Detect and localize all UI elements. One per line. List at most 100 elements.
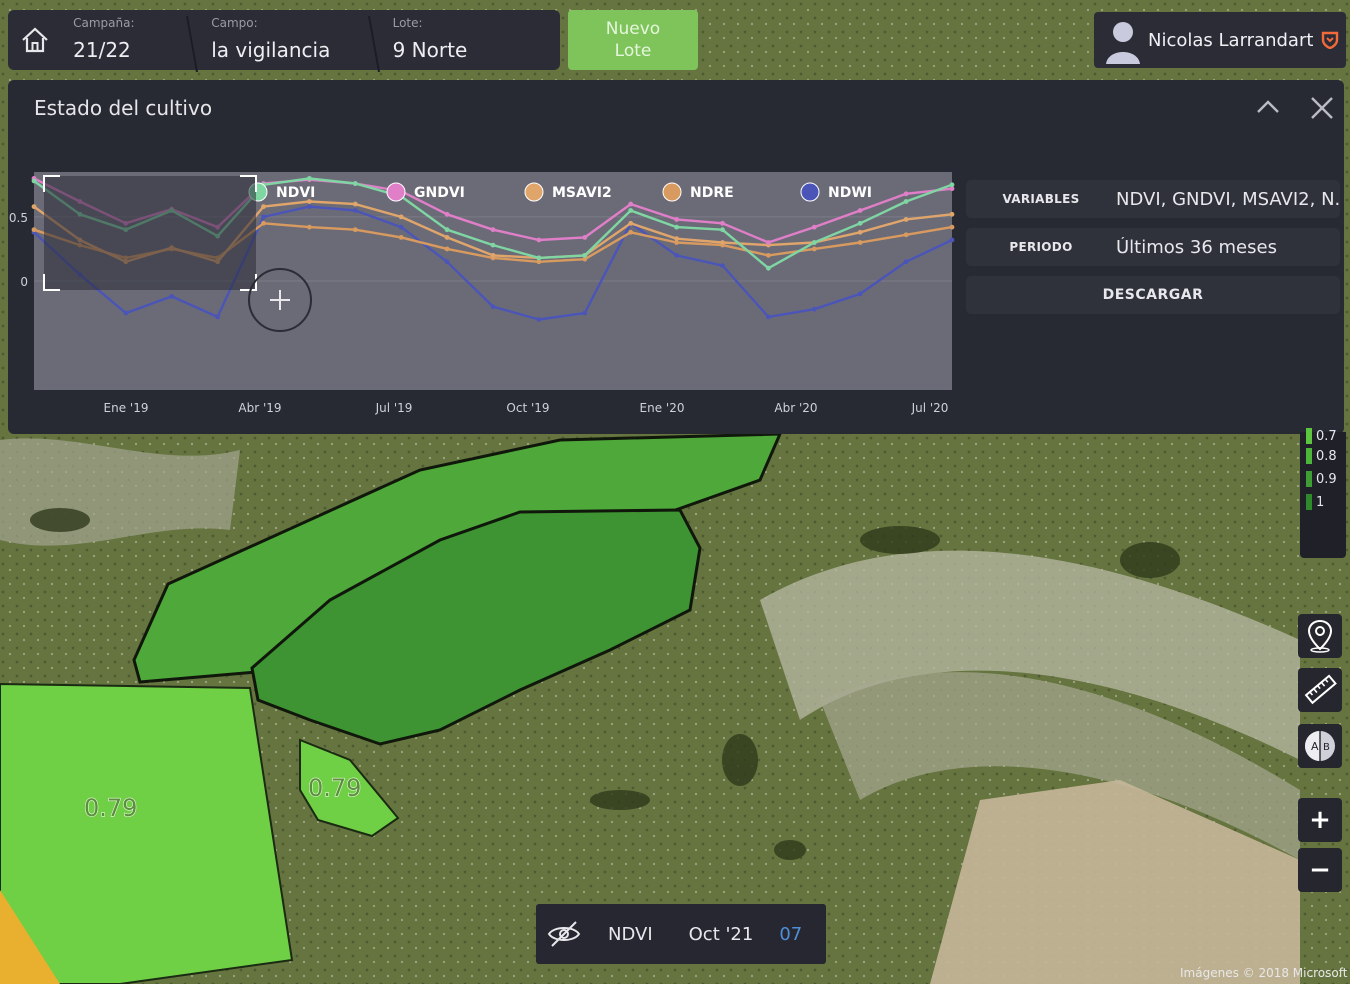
compare-button[interactable]: A B	[1298, 724, 1342, 768]
data-point-msavi2	[398, 214, 404, 220]
data-point-gndvi	[811, 224, 817, 230]
compare-ab-icon: A B	[1305, 731, 1335, 761]
data-point-ndwi	[857, 291, 863, 297]
day-selector[interactable]: 07	[779, 924, 802, 945]
data-point-ndre	[766, 252, 771, 258]
location-selector-bar: Campaña: 21/22 Campo: la vigilancia Lote…	[8, 10, 560, 72]
legend-row: 0.7	[1306, 428, 1337, 444]
map-attribution: Imágenes © 2018 Microsoft	[1180, 966, 1348, 980]
download-label: DESCARGAR	[1102, 287, 1204, 303]
close-icon[interactable]	[1308, 94, 1336, 122]
color-scale-legend: 0.7 0.8 0.9 1	[1300, 428, 1346, 558]
legend-swatch	[1306, 471, 1312, 487]
data-point-ndwi	[307, 204, 312, 210]
measure-button[interactable]	[1298, 668, 1342, 712]
data-point-msavi2	[720, 240, 725, 245]
legend-row: 1	[1306, 494, 1324, 510]
data-point-ndwi	[123, 310, 129, 316]
data-point-ndwi	[949, 237, 955, 243]
data-point-ndvi	[766, 265, 771, 271]
data-point-ndwi	[490, 304, 496, 310]
x-tick-label: Ene '20	[640, 401, 685, 415]
plot-value: 9 Norte	[392, 38, 468, 62]
period-selector[interactable]: PERIODO Últimos 36 meses	[966, 228, 1340, 266]
data-point-ndvi	[352, 181, 358, 186]
x-tick-label: Abr '19	[238, 401, 281, 415]
user-avatar-icon	[1102, 16, 1144, 64]
data-point-ndwi	[215, 314, 221, 320]
data-point-gndvi	[444, 211, 450, 217]
data-point-ndvi	[949, 182, 955, 188]
shield-badge-icon	[1322, 31, 1339, 49]
data-point-ndre	[628, 229, 634, 235]
zoom-selection	[44, 176, 256, 290]
field-value-label: 0.79	[84, 794, 137, 822]
zoom-out-icon: −	[1309, 855, 1331, 885]
chevron-up-icon[interactable]	[1254, 94, 1282, 122]
eye-hidden-icon	[547, 921, 581, 947]
x-tick-label: Abr '20	[774, 401, 817, 415]
legend-marker	[662, 182, 682, 202]
data-point-msavi2	[949, 211, 955, 217]
legend-swatch	[1306, 428, 1312, 444]
data-point-ndwi	[536, 317, 542, 322]
data-point-ndwi	[169, 293, 175, 299]
plot-selector[interactable]: Lote: 9 Norte	[381, 10, 560, 70]
data-point-ndvi	[582, 252, 588, 258]
plot-caption: Lote:	[392, 16, 423, 30]
period-label: PERIODO	[1009, 240, 1073, 254]
ruler-icon	[1304, 674, 1337, 705]
data-point-gndvi	[766, 240, 771, 245]
data-point-msavi2	[857, 229, 863, 235]
legend-label: 0.8	[1316, 448, 1337, 464]
campaign-selector[interactable]: Campaña: 21/22	[61, 10, 199, 72]
panel-title: Estado del cultivo	[34, 96, 213, 120]
data-point-gndvi	[628, 201, 634, 207]
data-point-ndwi	[582, 310, 588, 316]
index-time-series-chart[interactable]: 0.5 0 Ene '19 Abr '19 Jul '19 Oct '19 Ene '20 A…	[8, 168, 960, 418]
data-point-gndvi	[536, 237, 542, 243]
legend-marker	[524, 182, 544, 202]
data-point-ndvi	[490, 242, 496, 248]
campaign-value: 21/22	[73, 38, 131, 62]
crop-status-panel: Estado del cultivo 0.5 0 Ene '19 Abr '19 Jul…	[8, 80, 1344, 434]
data-point-ndwi	[903, 259, 909, 265]
data-point-ndre	[398, 235, 404, 240]
data-point-ndre	[949, 224, 955, 230]
data-point-ndvi	[536, 255, 542, 261]
data-point-ndvi	[31, 178, 37, 184]
field-value-label: 0.79	[308, 774, 361, 802]
data-point-ndwi	[261, 214, 266, 220]
y-tick-label: 0	[20, 275, 28, 289]
field-value: la vigilancia	[211, 38, 331, 62]
home-button[interactable]	[8, 10, 61, 70]
location-pin-button[interactable]	[1298, 614, 1342, 658]
variables-selector[interactable]: VARIABLES NDVI, GNDVI, MSAVI2, N...	[966, 180, 1340, 218]
download-button[interactable]: DESCARGAR	[966, 276, 1340, 314]
y-tick-label: 0.5	[9, 211, 28, 225]
legend-label: 1	[1316, 494, 1325, 510]
variables-value: NDVI, GNDVI, MSAVI2, N...	[1116, 188, 1340, 210]
data-point-ndre	[444, 246, 450, 252]
date-selector[interactable]: Oct '21	[689, 924, 754, 945]
zoom-out-button[interactable]: −	[1298, 848, 1342, 892]
legend-label: MSAVI2	[552, 185, 612, 201]
field-selector[interactable]: Campo: la vigilancia	[199, 10, 380, 72]
data-point-msavi2	[261, 204, 266, 210]
new-plot-button[interactable]: Nuevo Lote	[568, 10, 698, 70]
index-selector[interactable]: NDVI	[608, 924, 653, 945]
data-point-ndwi	[720, 263, 725, 269]
toggle-layer-button[interactable]	[536, 904, 592, 964]
data-point-msavi2	[444, 235, 450, 240]
campaign-caption: Campaña:	[73, 16, 135, 30]
legend-label: 0.9	[1316, 471, 1337, 487]
data-point-ndre	[261, 220, 266, 226]
user-menu[interactable]: Nicolas Larrandart	[1094, 12, 1346, 68]
data-point-gndvi	[674, 217, 679, 222]
legend-swatch	[1306, 448, 1312, 464]
legend-marker	[386, 182, 406, 202]
zoom-in-icon: +	[1309, 805, 1331, 835]
zoom-in-button[interactable]: +	[1298, 798, 1342, 842]
variables-label: VARIABLES	[1002, 192, 1080, 206]
x-tick-label: Jul '20	[911, 401, 949, 415]
